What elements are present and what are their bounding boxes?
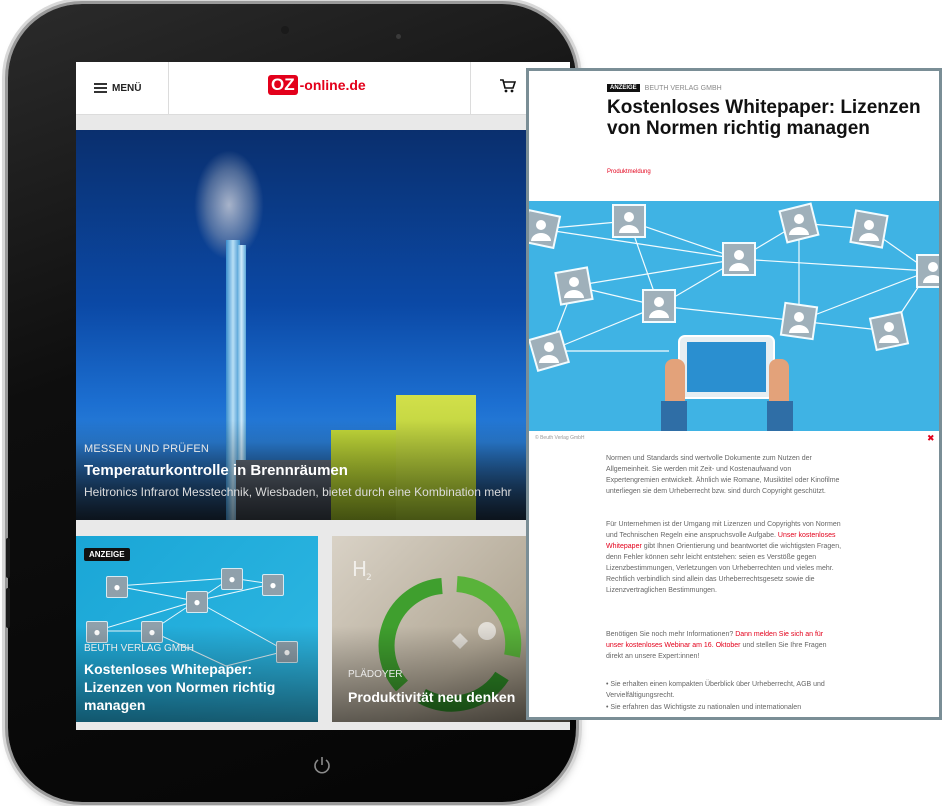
image-credit: © Beuth Verlag GmbH bbox=[535, 435, 585, 441]
list-item: • Sie erfahren das Wichtigste zu nationa… bbox=[606, 704, 802, 711]
person-icon: ● bbox=[262, 574, 284, 596]
teaser-card-whitepaper[interactable]: ● ● ● ● ● ● ● ANZEIGE BEUTH VERLAG GMBH … bbox=[76, 536, 318, 722]
tablet-side-button bbox=[6, 538, 10, 578]
tablet-icon bbox=[661, 335, 793, 431]
svg-text:2: 2 bbox=[366, 573, 372, 583]
card-kicker: BEUTH VERLAG GMBH bbox=[84, 643, 195, 654]
article-paragraph: Normen und Standards sind wertvolle Doku… bbox=[606, 455, 840, 495]
ad-badge: ANZEIGE bbox=[607, 84, 640, 92]
article-text: gibt Ihnen Orientierung und beantwortet … bbox=[606, 543, 842, 594]
article-panel: ANZEIGE BEUTH VERLAG GMBH Kostenloses Wh… bbox=[526, 68, 942, 720]
tablet-speaker bbox=[281, 26, 289, 34]
hero-subtitle: Heitronics Infrarot Messtechnik, Wiesbad… bbox=[84, 485, 512, 499]
menu-button[interactable]: MENÜ bbox=[94, 79, 141, 97]
list-item: • Sie erhalten einen kompakten Überblick… bbox=[606, 681, 825, 699]
article-illustration bbox=[529, 201, 939, 431]
hero-title[interactable]: Temperaturkontrolle in Brennräumen bbox=[84, 462, 348, 479]
article-text: Benötigen Sie noch mehr Informationen? bbox=[606, 631, 736, 638]
card-title[interactable]: Kostenloses Whitepaper: Lizenzen von Nor… bbox=[84, 660, 304, 714]
logo-text: -online.de bbox=[299, 77, 366, 93]
person-icon: ● bbox=[186, 591, 208, 613]
tablet-side-button bbox=[6, 588, 10, 628]
ad-badge: ANZEIGE bbox=[84, 548, 130, 561]
close-icon[interactable]: ✖ bbox=[927, 433, 935, 444]
hamburger-icon bbox=[94, 83, 107, 93]
article-paragraph: Benötigen Sie noch mehr Informationen? D… bbox=[606, 629, 842, 662]
site-logo[interactable]: OZ -online.de bbox=[268, 75, 366, 95]
list-item-text: Sie erfahren das Wichtigste zu nationale… bbox=[610, 704, 802, 711]
home-button-icon[interactable] bbox=[312, 755, 332, 775]
card-kicker: PLÄDOYER bbox=[348, 669, 403, 680]
tablet-screen: MENÜ OZ -online.de MESSEN UND PRÜFEN Tem… bbox=[76, 62, 570, 730]
list-item-text: Sie erhalten einen kompakten Überblick ü… bbox=[606, 681, 825, 699]
hero-kicker: MESSEN UND PRÜFEN bbox=[84, 443, 210, 455]
person-icon: ● bbox=[221, 568, 243, 590]
site-header: MENÜ OZ -online.de bbox=[76, 62, 570, 115]
person-icon: ● bbox=[106, 576, 128, 598]
divider bbox=[168, 62, 169, 114]
logo-mark: OZ bbox=[268, 75, 298, 95]
divider bbox=[470, 62, 471, 114]
svg-text:H: H bbox=[352, 557, 367, 581]
cart-icon[interactable] bbox=[500, 79, 516, 93]
article-category[interactable]: Produktmeldung bbox=[607, 169, 651, 175]
article-meta: ANZEIGE BEUTH VERLAG GMBH bbox=[607, 84, 722, 92]
hero-teaser[interactable]: MESSEN UND PRÜFEN Temperaturkontrolle in… bbox=[76, 130, 570, 520]
article-paragraph: Für Unternehmen ist der Umgang mit Lizen… bbox=[606, 519, 842, 596]
menu-label: MENÜ bbox=[112, 82, 142, 94]
network-illustration bbox=[529, 202, 939, 431]
article-title: Kostenloses Whitepaper: Lizenzen von Nor… bbox=[607, 97, 921, 139]
tablet-camera bbox=[396, 34, 401, 39]
article-publisher: BEUTH VERLAG GMBH bbox=[644, 84, 722, 92]
